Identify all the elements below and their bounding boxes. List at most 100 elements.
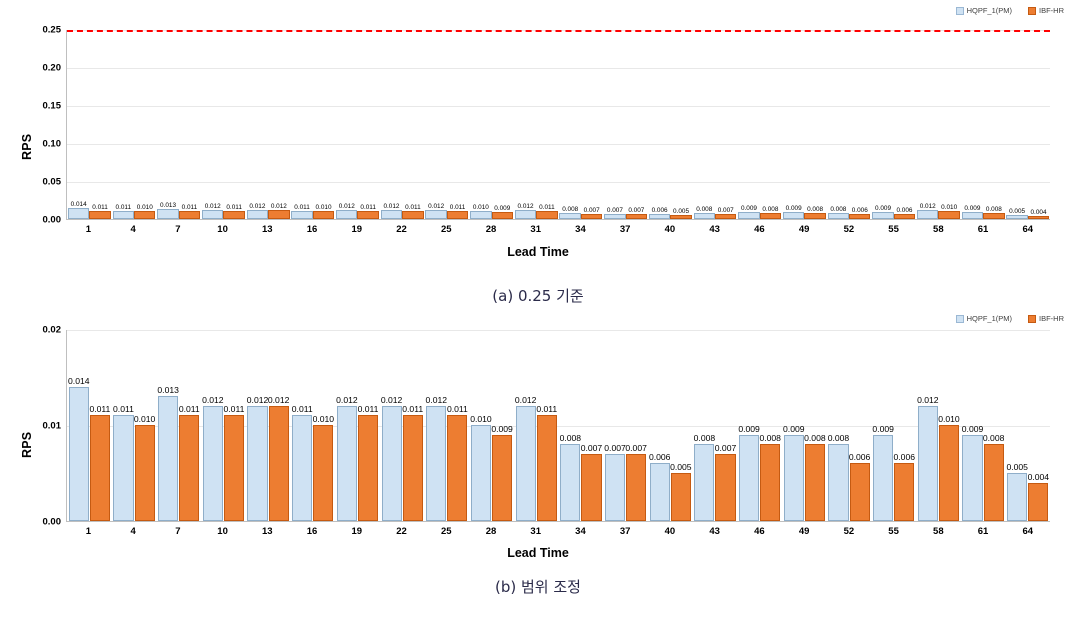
bar-ibf[interactable]: 0.008 [759, 206, 782, 219]
bar-ibf[interactable]: 0.008 [804, 206, 826, 219]
bar-hqpf[interactable]: 0.009 [962, 424, 983, 521]
bar-hqpf[interactable]: 0.012 [515, 395, 536, 521]
bar-ibf[interactable]: 0.011 [179, 404, 200, 521]
bar-ibf[interactable]: 0.012 [268, 395, 289, 521]
bar-ibf[interactable]: 0.009 [491, 205, 513, 219]
bar-hqpf[interactable]: 0.012 [916, 203, 939, 219]
bar-ibf[interactable]: 0.012 [268, 203, 290, 219]
legend-swatch-ibf-icon-b [1028, 314, 1036, 323]
bar-hqpf[interactable]: 0.008 [828, 433, 849, 521]
bar-ibf[interactable]: 0.011 [358, 404, 378, 521]
bar-ibf[interactable]: 0.011 [446, 204, 469, 219]
bar-hqpf[interactable]: 0.012 [380, 203, 403, 219]
bar-hqpf[interactable]: 0.009 [961, 205, 984, 219]
bar-ibf[interactable]: 0.006 [893, 207, 916, 219]
bar-hqpf[interactable]: 0.009 [872, 424, 894, 521]
bar-ibf[interactable]: 0.010 [134, 204, 156, 219]
bar-value-label: 0.011 [113, 404, 134, 415]
bar-hqpf[interactable]: 0.005 [1006, 462, 1028, 521]
x-axis-tick-label: 4 [130, 224, 136, 235]
bar-ibf[interactable]: 0.004 [1027, 209, 1050, 219]
bar-ibf[interactable]: 0.007 [580, 207, 603, 219]
bar-ibf[interactable]: 0.011 [402, 404, 423, 521]
bar-group: 0.009 0.008 [961, 330, 1006, 521]
bar-hqpf[interactable]: 0.009 [738, 424, 760, 521]
bar-hqpf[interactable]: 0.012 [336, 203, 358, 219]
bar-hqpf[interactable]: 0.012 [514, 203, 537, 219]
bar-value-label: 0.011 [402, 404, 424, 415]
bar-ibf[interactable]: 0.011 [447, 404, 468, 521]
bar-hqpf[interactable]: 0.012 [425, 203, 447, 219]
bar-hqpf[interactable]: 0.005 [1006, 208, 1028, 219]
bar-ibf[interactable]: 0.007 [581, 443, 602, 521]
x-axis-tick-label: 28 [485, 526, 497, 537]
bar-value-label: 0.007 [714, 442, 737, 453]
bar-ibf[interactable]: 0.010 [938, 204, 960, 219]
bar-ibf[interactable]: 0.007 [715, 443, 736, 521]
bar-ibf[interactable]: 0.010 [938, 414, 960, 521]
bar-ibf[interactable]: 0.008 [983, 433, 1004, 521]
bar-hqpf[interactable]: 0.010 [470, 204, 492, 219]
bar-ibf[interactable]: 0.005 [670, 462, 692, 521]
bar-ibf[interactable]: 0.011 [536, 204, 558, 219]
bar-value-label: 0.011 [291, 404, 313, 415]
bar-hqpf[interactable]: 0.012 [246, 203, 269, 219]
bar-hqpf[interactable]: 0.008 [559, 206, 581, 219]
bar-ibf[interactable]: 0.011 [89, 404, 110, 521]
bar-ibf[interactable]: 0.011 [178, 204, 201, 219]
bar-ibf[interactable]: 0.005 [670, 208, 692, 219]
bar-hqpf[interactable]: 0.008 [694, 433, 715, 521]
bar-ibf[interactable]: 0.007 [625, 207, 648, 219]
bar-hqpf[interactable]: 0.013 [157, 202, 179, 219]
bar-ibf[interactable]: 0.006 [849, 452, 870, 521]
bar-hqpf[interactable]: 0.011 [292, 404, 313, 521]
bar-hqpf[interactable]: 0.012 [201, 203, 224, 219]
bar-ibf[interactable]: 0.011 [402, 204, 424, 219]
bar-hqpf[interactable]: 0.014 [67, 201, 90, 219]
bar-hqpf[interactable]: 0.011 [112, 204, 135, 219]
bar-ibf[interactable]: 0.008 [804, 433, 826, 521]
bar-hqpf[interactable]: 0.007 [604, 207, 626, 219]
bar-hqpf[interactable]: 0.008 [560, 433, 581, 521]
bar-ibf[interactable]: 0.010 [134, 414, 155, 521]
bar-ibf[interactable]: 0.004 [1028, 472, 1049, 521]
bar-hqpf[interactable]: 0.008 [827, 206, 850, 219]
bar-hqpf[interactable]: 0.006 [648, 207, 671, 219]
bar-hqpf[interactable]: 0.009 [738, 205, 760, 219]
bar-hqpf[interactable]: 0.014 [68, 376, 90, 521]
bar-ibf[interactable]: 0.007 [714, 207, 737, 219]
bar-value-label: 0.008 [696, 205, 713, 213]
bar-hqpf[interactable]: 0.011 [113, 404, 134, 521]
bar-ibf[interactable]: 0.008 [759, 433, 781, 521]
bar-ibf[interactable]: 0.006 [894, 452, 915, 521]
bar-ibf[interactable]: 0.010 [313, 414, 334, 521]
bar-ibf[interactable]: 0.011 [357, 204, 379, 219]
bar-hqpf[interactable]: 0.012 [336, 395, 358, 521]
x-axis-title-a: Lead Time [507, 245, 569, 259]
bar-hqpf[interactable]: 0.013 [157, 385, 179, 521]
bar-ibf[interactable]: 0.008 [983, 206, 1005, 219]
bar-hqpf[interactable]: 0.006 [649, 452, 670, 521]
bar-hqpf[interactable]: 0.009 [783, 424, 805, 521]
bar-hqpf[interactable]: 0.012 [247, 395, 268, 521]
bar-hqpf[interactable]: 0.010 [470, 414, 492, 521]
bar-hqpf[interactable]: 0.007 [604, 443, 626, 521]
bar-hqpf[interactable]: 0.011 [291, 204, 313, 219]
bar-ibf[interactable]: 0.011 [224, 404, 244, 521]
bar-hqpf[interactable]: 0.009 [782, 205, 805, 219]
bar-ibf[interactable]: 0.006 [849, 207, 871, 219]
bar-value-label: 0.012 [425, 394, 448, 405]
bar-hqpf[interactable]: 0.012 [381, 395, 402, 521]
bar-group: 0.012 0.011 [201, 30, 246, 219]
bar-hqpf[interactable]: 0.012 [917, 395, 939, 521]
bar-hqpf[interactable]: 0.012 [202, 395, 224, 521]
bar-ibf[interactable]: 0.007 [625, 443, 647, 521]
bar-ibf[interactable]: 0.011 [89, 204, 111, 219]
bar-hqpf[interactable]: 0.009 [872, 205, 894, 219]
bar-ibf[interactable]: 0.009 [491, 424, 513, 521]
bar-hqpf[interactable]: 0.008 [693, 206, 715, 219]
bar-hqpf[interactable]: 0.012 [426, 395, 447, 521]
bar-ibf[interactable]: 0.011 [536, 404, 557, 521]
bar-ibf[interactable]: 0.010 [312, 204, 335, 219]
bar-ibf[interactable]: 0.011 [223, 204, 245, 219]
